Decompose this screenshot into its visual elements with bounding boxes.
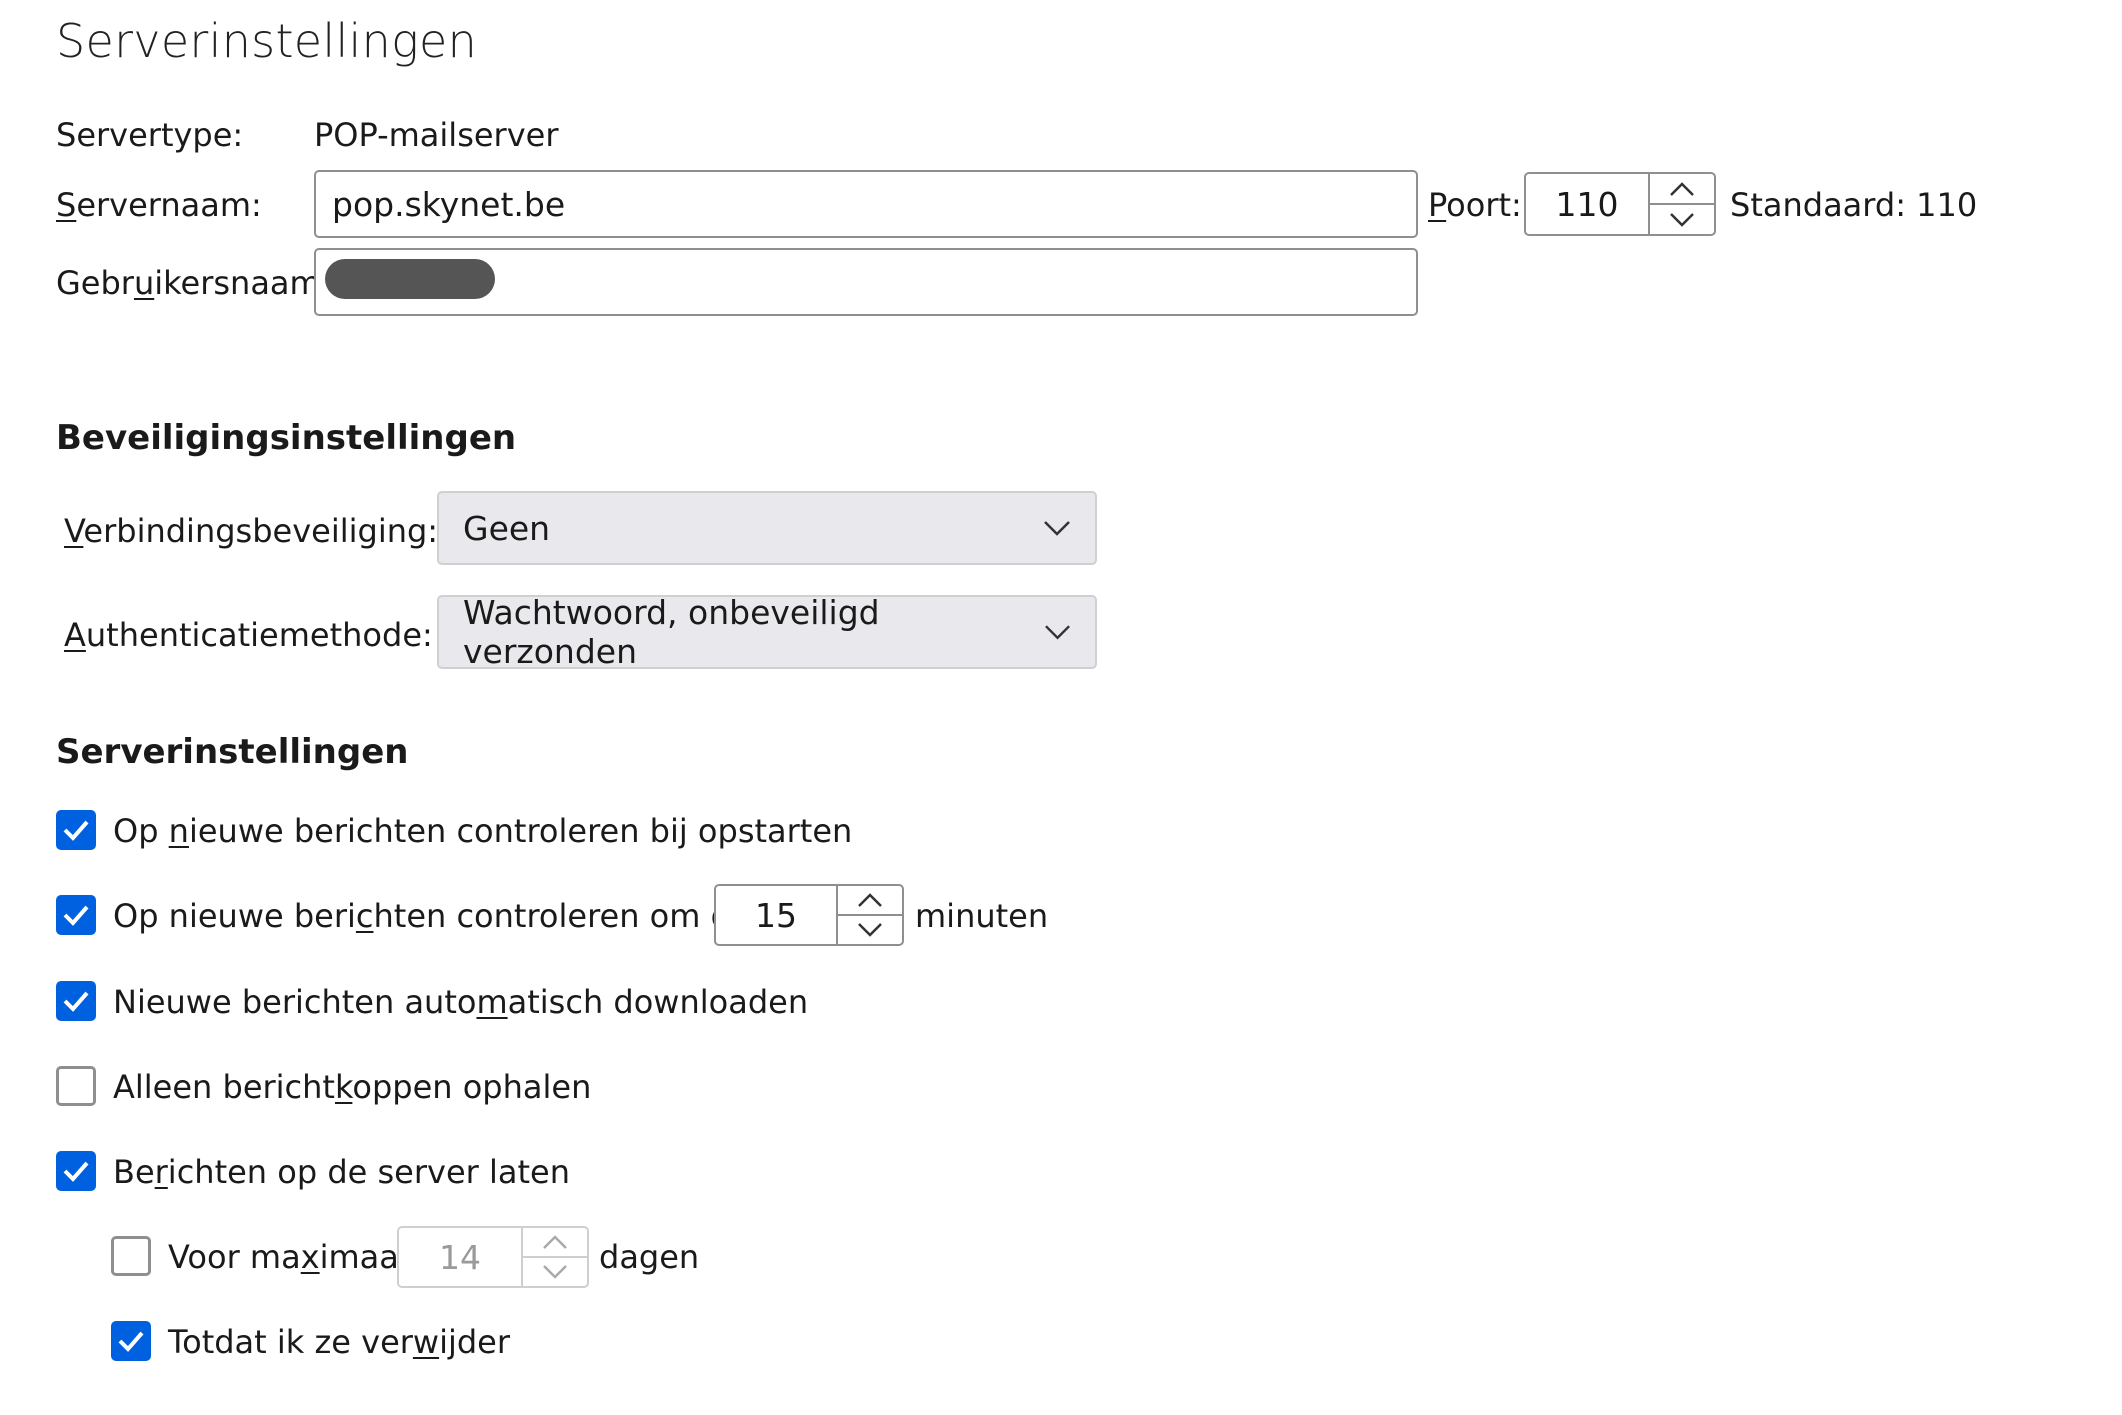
chevron-down-icon (543, 1265, 567, 1279)
port-default-label: Standaard: 110 (1730, 186, 1978, 224)
max-days-stepper[interactable]: 14 (397, 1226, 589, 1288)
servername-label: Servernaam: (56, 186, 262, 224)
port-increment-button[interactable] (1650, 174, 1714, 205)
redaction-mark (325, 259, 495, 299)
servertype-label: Servertype: (56, 116, 244, 154)
chevron-up-icon (543, 1235, 567, 1249)
auto-download-checkbox[interactable] (56, 981, 96, 1021)
chevron-up-icon (858, 893, 882, 907)
connection-security-select[interactable]: Geen (437, 491, 1097, 565)
page-title: Serverinstellingen (56, 14, 478, 68)
interval-unit-label: minuten (915, 897, 1049, 935)
headers-only-checkbox[interactable] (56, 1066, 96, 1106)
auth-method-label: Authenticatiemethode: (64, 616, 433, 654)
port-value[interactable]: 110 (1526, 174, 1648, 234)
leave-on-server-checkbox[interactable] (56, 1151, 96, 1191)
auto-download-label[interactable]: Nieuwe berichten automatisch downloaden (113, 983, 808, 1021)
interval-increment-button[interactable] (838, 886, 902, 916)
max-days-decrement-button[interactable] (523, 1258, 587, 1286)
servertype-value: POP-mailserver (314, 116, 559, 154)
servername-input[interactable]: pop.skynet.be (314, 170, 1418, 238)
settings-heading: Serverinstellingen (56, 732, 409, 772)
checkmark-icon (63, 905, 89, 926)
port-label: Poort: (1428, 186, 1522, 224)
interval-decrement-button[interactable] (838, 916, 902, 944)
checkmark-icon (63, 991, 89, 1012)
max-days-unit-label: dagen (599, 1238, 700, 1276)
max-days-value[interactable]: 14 (399, 1228, 521, 1286)
until-delete-checkbox[interactable] (111, 1321, 151, 1361)
username-label: Gebruikersnaam: (56, 264, 332, 302)
security-heading: Beveiligingsinstellingen (56, 418, 517, 458)
checkmark-icon (63, 820, 89, 841)
chevron-down-icon (1045, 625, 1070, 640)
connection-security-label: Verbindingsbeveiliging: (64, 512, 439, 550)
port-decrement-button[interactable] (1650, 205, 1714, 234)
auth-method-value: Wachtwoord, onbeveiligd verzonden (463, 593, 880, 671)
headers-only-label[interactable]: Alleen berichtkoppen ophalen (113, 1068, 591, 1106)
chevron-up-icon (1670, 181, 1694, 196)
auth-method-select[interactable]: Wachtwoord, onbeveiligd verzonden (437, 593, 1097, 671)
chevron-down-icon (858, 923, 882, 937)
leave-on-server-label[interactable]: Berichten op de server laten (113, 1153, 570, 1191)
port-stepper[interactable]: 110 (1524, 172, 1716, 236)
interval-minutes-value[interactable]: 15 (716, 886, 836, 944)
interval-minutes-stepper[interactable]: 15 (714, 884, 904, 946)
check-interval-checkbox[interactable] (56, 895, 96, 935)
max-days-increment-button[interactable] (523, 1228, 587, 1258)
check-interval-label[interactable]: Op nieuwe berichten controleren om de (113, 897, 751, 935)
max-days-label[interactable]: Voor maximaal (168, 1238, 408, 1276)
chevron-down-icon (1670, 212, 1694, 227)
check-startup-label[interactable]: Op nieuwe berichten controleren bij opst… (113, 812, 852, 850)
max-days-checkbox[interactable] (111, 1236, 151, 1276)
until-delete-label[interactable]: Totdat ik ze verwijder (168, 1323, 510, 1361)
check-startup-checkbox[interactable] (56, 810, 96, 850)
checkmark-icon (63, 1161, 89, 1182)
chevron-down-icon (1044, 521, 1070, 536)
checkmark-icon (118, 1331, 144, 1352)
connection-security-value: Geen (463, 508, 551, 548)
